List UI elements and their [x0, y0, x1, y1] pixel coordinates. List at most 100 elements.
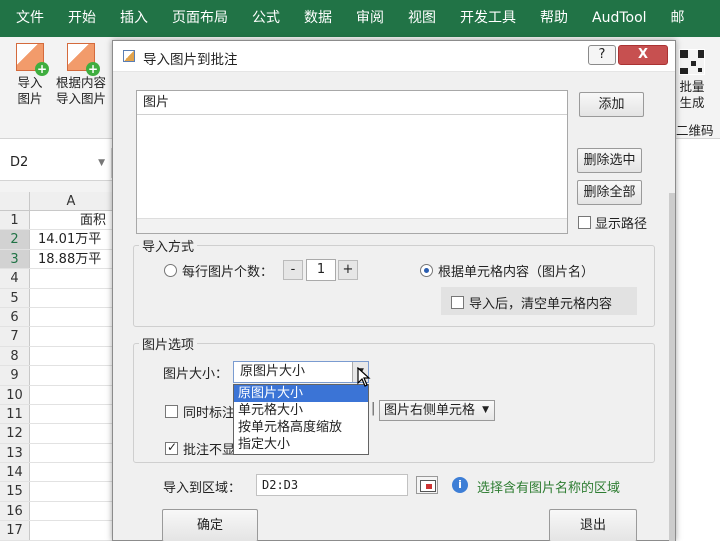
cell-a[interactable]	[30, 269, 112, 287]
mark-position-value: 图片右侧单元格	[384, 403, 476, 418]
row-header[interactable]: 7	[0, 327, 30, 346]
cell-a[interactable]	[30, 424, 112, 442]
chevron-down-icon[interactable]: ▼	[98, 148, 105, 178]
import-picture-label-1: 导入	[17, 75, 43, 90]
ok-button[interactable]: 确定	[162, 509, 258, 541]
sheet-row: 10	[0, 385, 112, 405]
row-header[interactable]: 2	[0, 230, 30, 249]
mark-position-select[interactable]: 图片右侧单元格 ▼	[379, 400, 495, 421]
tab-data[interactable]: 数据	[292, 0, 344, 37]
tab-view[interactable]: 视图	[396, 0, 448, 37]
add-button[interactable]: 添加	[579, 92, 644, 117]
tab-insert[interactable]: 插入	[108, 0, 160, 37]
show-path-checkbox[interactable]	[578, 216, 591, 229]
cell-a[interactable]: 面积	[30, 211, 112, 229]
picture-icon: +	[67, 43, 100, 76]
picture-size-select[interactable]: 原图片大小 ▼	[233, 361, 369, 383]
name-box-value: D2	[10, 155, 29, 170]
row-header[interactable]: 12	[0, 424, 30, 443]
column-header-a[interactable]: A	[30, 192, 112, 211]
picture-list-header: 图片	[137, 91, 567, 115]
size-option-custom[interactable]: 指定大小	[234, 436, 368, 453]
dialog-scrollbar[interactable]	[669, 193, 675, 541]
tab-home[interactable]: 开始	[56, 0, 108, 37]
sheet-row: 4	[0, 269, 112, 289]
sheet-row: 14	[0, 463, 112, 483]
tab-help[interactable]: 帮助	[528, 0, 580, 37]
sheet-row: 3 18.88万平	[0, 249, 112, 270]
cell-a[interactable]	[30, 521, 112, 539]
chevron-down-icon[interactable]: ▼	[482, 401, 489, 420]
cell-a[interactable]	[30, 347, 112, 365]
sheet-row: 6	[0, 307, 112, 328]
cell-a[interactable]	[30, 482, 112, 500]
cell-a[interactable]: 18.88万平	[30, 250, 112, 268]
row-header[interactable]: 3	[0, 249, 30, 269]
row-header[interactable]: 4	[0, 269, 30, 288]
row-header[interactable]: 6	[0, 307, 30, 327]
exit-button[interactable]: 退出	[549, 509, 637, 541]
name-box[interactable]: D2 ▼	[0, 148, 112, 178]
qr-code-icon	[679, 49, 705, 75]
decrement-button[interactable]: -	[283, 260, 303, 280]
cell-a[interactable]	[30, 386, 112, 404]
per-row-radio[interactable]	[164, 264, 177, 277]
size-option-cell[interactable]: 单元格大小	[234, 402, 368, 419]
range-input[interactable]: D2:D3	[256, 474, 408, 496]
cell-a[interactable]	[30, 289, 112, 307]
range-picker-icon[interactable]	[416, 476, 438, 494]
sheet-right-area	[676, 139, 720, 541]
import-mode-title: 导入方式	[139, 236, 198, 255]
row-header[interactable]: 13	[0, 443, 30, 463]
tab-review[interactable]: 审阅	[344, 0, 396, 37]
row-header[interactable]: 1	[0, 211, 30, 230]
cell-a[interactable]	[30, 366, 112, 384]
row-header[interactable]: 8	[0, 346, 30, 366]
delete-selected-button[interactable]: 删除选中	[577, 148, 642, 173]
picture-size-value: 原图片大小	[240, 364, 306, 379]
size-option-cell-height[interactable]: 按单元格高度缩放	[234, 419, 368, 436]
delete-all-button[interactable]: 删除全部	[577, 180, 642, 205]
close-button[interactable]: X	[618, 45, 668, 65]
cell-a[interactable]: 14.01万平	[30, 230, 112, 248]
tab-file[interactable]: 文件	[0, 0, 56, 37]
cell-a[interactable]	[30, 308, 112, 326]
picture-list[interactable]: 图片	[136, 90, 568, 234]
tab-audtool[interactable]: AudTool	[580, 0, 659, 37]
row-header[interactable]: 5	[0, 288, 30, 307]
row-header[interactable]: 10	[0, 385, 30, 404]
add-icon: +	[86, 62, 100, 76]
import-by-content-button[interactable]: + 根据内容 导入图片	[52, 43, 110, 107]
mark-checkbox[interactable]	[165, 405, 178, 418]
cell-a[interactable]	[30, 463, 112, 481]
tab-page-layout[interactable]: 页面布局	[160, 0, 240, 37]
row-header[interactable]: 17	[0, 521, 30, 540]
sheet-rows: 1 面积 2 14.01万平 3 18.88万平 4 5 6 7 8 9 10 11 12 13 14 15 16 1…	[0, 211, 112, 541]
picture-list-hscroll[interactable]	[137, 218, 567, 233]
tab-formulas[interactable]: 公式	[240, 0, 292, 37]
increment-button[interactable]: +	[338, 260, 358, 280]
cell-a[interactable]	[30, 444, 112, 462]
tab-mail[interactable]: 邮	[659, 0, 697, 37]
cell-a[interactable]	[30, 327, 112, 345]
mouse-cursor-icon	[357, 367, 371, 387]
row-header[interactable]: 11	[0, 404, 30, 424]
tab-developer[interactable]: 开发工具	[448, 0, 528, 37]
select-all-corner[interactable]	[0, 192, 30, 211]
clear-after-checkbox[interactable]	[451, 296, 464, 309]
cell-a[interactable]	[30, 405, 112, 423]
by-content-radio[interactable]	[420, 264, 433, 277]
import-picture-button[interactable]: + 导入 图片	[10, 43, 50, 107]
comment-hidden-checkbox[interactable]	[165, 440, 178, 455]
help-button[interactable]: ?	[588, 45, 616, 65]
row-header[interactable]: 14	[0, 463, 30, 482]
cell-a[interactable]	[30, 502, 112, 520]
batch-generate-button[interactable]: 批量 生成	[676, 49, 708, 111]
row-header[interactable]: 16	[0, 501, 30, 521]
dialog-title: 导入图片到批注	[143, 52, 238, 68]
row-header[interactable]: 9	[0, 366, 30, 385]
size-option-original[interactable]: 原图片大小	[234, 385, 368, 402]
per-row-count-input[interactable]: 1	[306, 259, 336, 281]
row-header[interactable]: 15	[0, 482, 30, 501]
import-picture-dialog: 导入图片到批注 ? X 图片 添加 删除选中 删除全部 显示路径 导入方式 每行…	[112, 40, 676, 541]
